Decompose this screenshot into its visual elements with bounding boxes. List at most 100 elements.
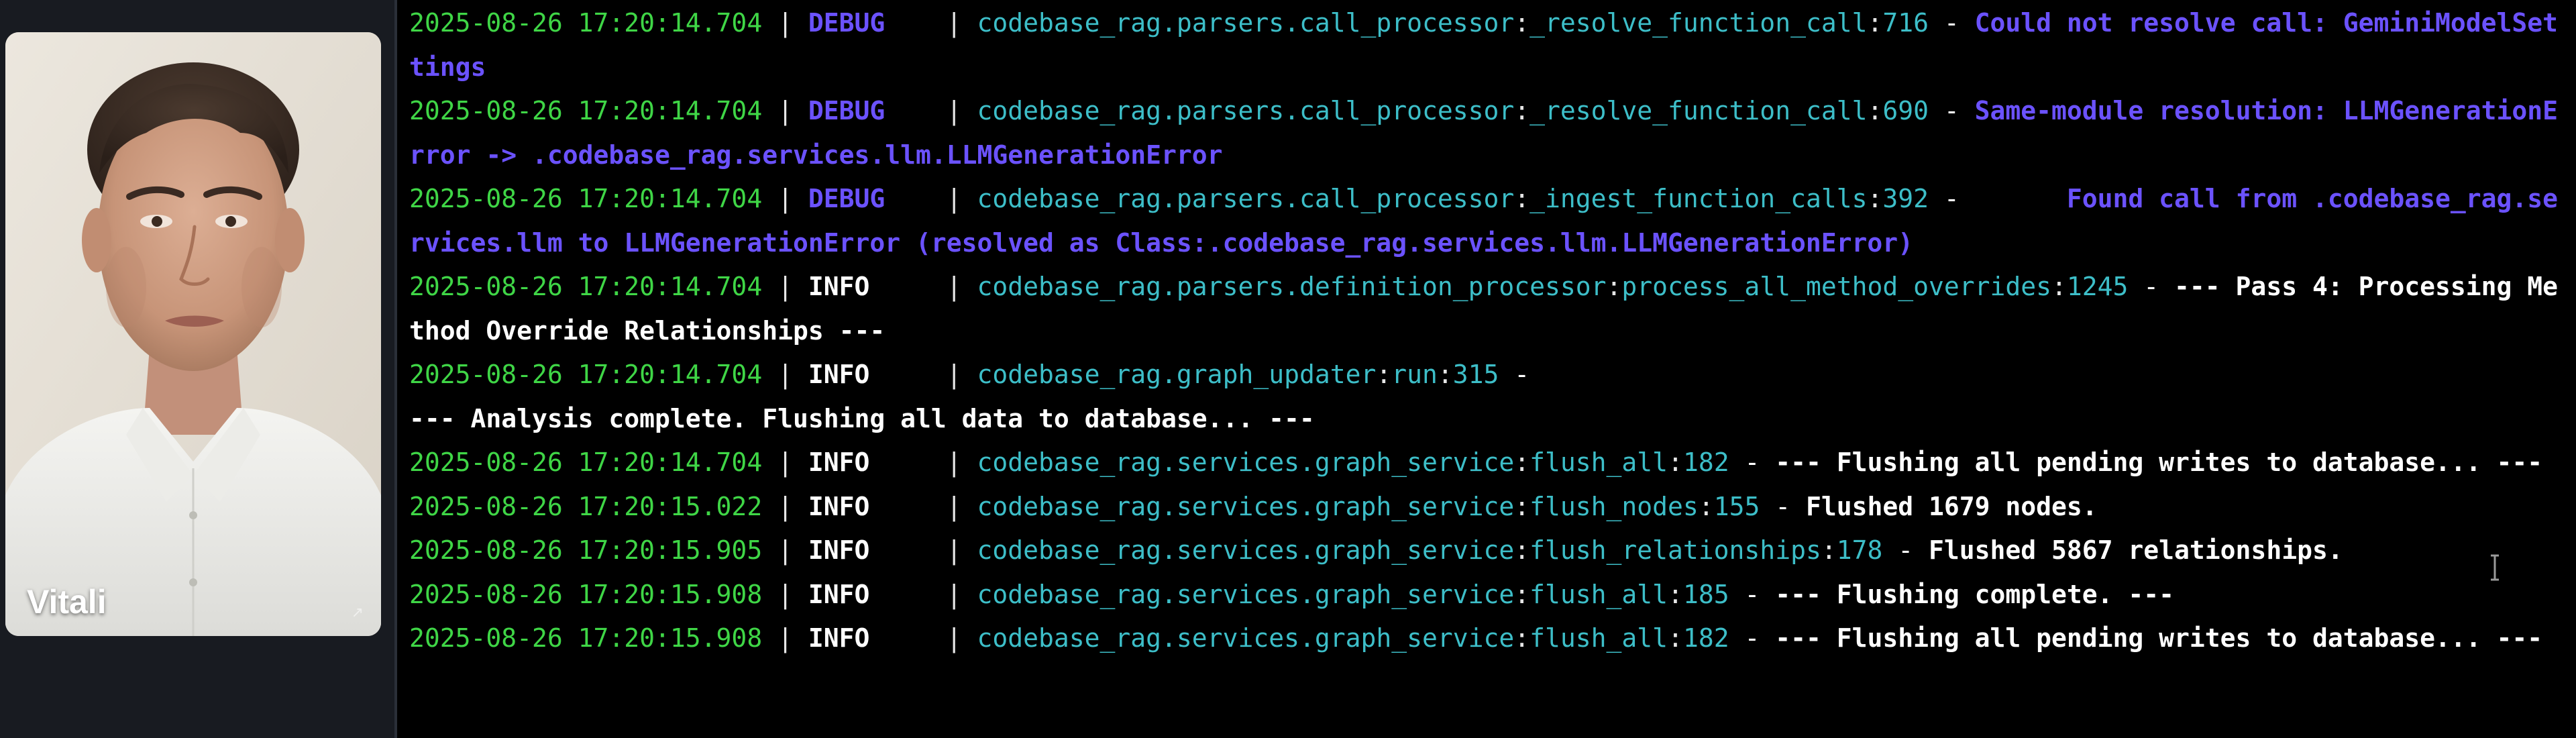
participant-name-label: Vitali [27, 583, 107, 621]
participant-video-tile[interactable]: Vitali ↗ [5, 32, 381, 636]
log-line-number: 690 [1882, 96, 1929, 125]
log-separator: | [930, 447, 977, 477]
log-colon: : [1514, 447, 1530, 477]
log-dash: - [1729, 447, 1776, 477]
log-separator: | [762, 579, 808, 609]
log-colon: : [1867, 96, 1883, 125]
log-function: flush_relationships [1529, 535, 1821, 565]
terminal-output-pane[interactable]: 2025-08-26 17:20:14.704 | DEBUG | codeba… [397, 0, 2576, 738]
log-output: 2025-08-26 17:20:14.704 | DEBUG | codeba… [409, 1, 2563, 661]
log-dash: - [1929, 8, 1975, 38]
log-line-number: 178 [1836, 535, 1883, 565]
log-line-number: 315 [1452, 360, 1499, 389]
log-colon: : [1514, 184, 1530, 213]
log-separator: | [762, 623, 808, 653]
log-level: INFO [808, 579, 931, 609]
log-level: INFO [808, 535, 931, 565]
log-line: 2025-08-26 17:20:15.022 | INFO | codebas… [409, 485, 2563, 529]
log-timestamp: 2025-08-26 17:20:15.908 [409, 623, 763, 653]
log-timestamp: 2025-08-26 17:20:14.704 [409, 272, 763, 301]
log-line-number: 155 [1713, 491, 1760, 521]
log-timestamp: 2025-08-26 17:20:15.905 [409, 535, 763, 565]
log-module: codebase_rag.services.graph_service [977, 447, 1515, 477]
log-level: INFO [808, 491, 931, 521]
log-message: --- Analysis complete. Flushing all data… [409, 403, 1315, 433]
log-message: --- Flushing all pending writes to datab… [1775, 447, 2543, 477]
log-level: INFO [808, 360, 931, 389]
log-line: 2025-08-26 17:20:14.704 | DEBUG | codeba… [409, 177, 2563, 265]
log-line: 2025-08-26 17:20:15.908 | INFO | codebas… [409, 617, 2563, 661]
log-dash: - [1760, 491, 1806, 521]
log-line: 2025-08-26 17:20:14.704 | DEBUG | codeba… [409, 1, 2563, 89]
log-separator: | [762, 535, 808, 565]
log-module: codebase_rag.graph_updater [977, 360, 1377, 389]
log-dash: - [1499, 360, 1546, 389]
log-line: 2025-08-26 17:20:15.908 | INFO | codebas… [409, 573, 2563, 617]
log-line: 2025-08-26 17:20:15.905 | INFO | codebas… [409, 529, 2563, 573]
log-timestamp: 2025-08-26 17:20:14.704 [409, 447, 763, 477]
log-timestamp: 2025-08-26 17:20:14.704 [409, 96, 763, 125]
expand-icon[interactable]: ↗ [352, 604, 364, 621]
log-separator: | [930, 579, 977, 609]
log-separator: | [762, 8, 808, 38]
log-separator: | [762, 447, 808, 477]
log-colon: : [1867, 8, 1883, 38]
log-module: codebase_rag.services.graph_service [977, 535, 1515, 565]
log-line-number: 185 [1682, 579, 1729, 609]
log-message: Flushed 5867 relationships. [1929, 535, 2343, 565]
log-separator: | [930, 96, 977, 125]
log-colon: : [1668, 579, 1683, 609]
log-separator: | [930, 491, 977, 521]
log-colon: : [1514, 8, 1530, 38]
video-panel: Vitali ↗ [0, 0, 394, 738]
log-line: 2025-08-26 17:20:14.704 | INFO | codebas… [409, 441, 2563, 485]
log-dash: - [1882, 535, 1929, 565]
log-line: 2025-08-26 17:20:14.704 | INFO | codebas… [409, 353, 2563, 441]
log-separator: | [762, 491, 808, 521]
log-line: 2025-08-26 17:20:14.704 | INFO | codebas… [409, 265, 2563, 353]
log-dash: - [1929, 184, 1975, 213]
log-colon: : [1821, 535, 1837, 565]
log-separator: | [762, 96, 808, 125]
log-module: codebase_rag.parsers.call_processor [977, 96, 1515, 125]
log-timestamp: 2025-08-26 17:20:15.022 [409, 491, 763, 521]
log-line-number: 182 [1682, 623, 1729, 653]
log-separator: | [930, 272, 977, 301]
log-separator: | [762, 360, 808, 389]
log-function: flush_all [1529, 623, 1668, 653]
log-function: flush_nodes [1529, 491, 1699, 521]
log-function: flush_all [1529, 447, 1668, 477]
log-module: codebase_rag.parsers.definition_processo… [977, 272, 1607, 301]
log-timestamp: 2025-08-26 17:20:14.704 [409, 8, 763, 38]
log-dash: - [1729, 623, 1776, 653]
log-level: DEBUG [808, 184, 931, 213]
log-level: DEBUG [808, 96, 931, 125]
log-dash: - [1729, 579, 1776, 609]
log-colon: : [1668, 623, 1683, 653]
log-line-number: 1245 [2066, 272, 2129, 301]
log-colon: : [1867, 184, 1883, 213]
log-line: 2025-08-26 17:20:14.704 | DEBUG | codeba… [409, 89, 2563, 177]
log-level: INFO [808, 447, 931, 477]
log-colon: : [2051, 272, 2067, 301]
log-colon: : [1514, 579, 1530, 609]
log-level: DEBUG [808, 8, 931, 38]
log-dash: - [2128, 272, 2175, 301]
log-timestamp: 2025-08-26 17:20:14.704 [409, 184, 763, 213]
log-colon: : [1514, 491, 1530, 521]
log-line-number: 392 [1882, 184, 1929, 213]
log-level: INFO [808, 623, 931, 653]
log-line-number: 716 [1882, 8, 1929, 38]
log-function: _ingest_function_calls [1529, 184, 1868, 213]
log-dash: - [1929, 96, 1975, 125]
text-cursor-icon [2491, 554, 2499, 581]
log-separator: | [930, 184, 977, 213]
log-separator: | [930, 8, 977, 38]
log-separator: | [930, 360, 977, 389]
screen: Vitali ↗ 2025-08-26 17:20:14.704 | DEBUG… [0, 0, 2576, 738]
log-colon: : [1606, 272, 1622, 301]
log-function: process_all_method_overrides [1621, 272, 2051, 301]
participant-video-feed [5, 32, 381, 636]
log-separator: | [930, 535, 977, 565]
log-level: INFO [808, 272, 931, 301]
